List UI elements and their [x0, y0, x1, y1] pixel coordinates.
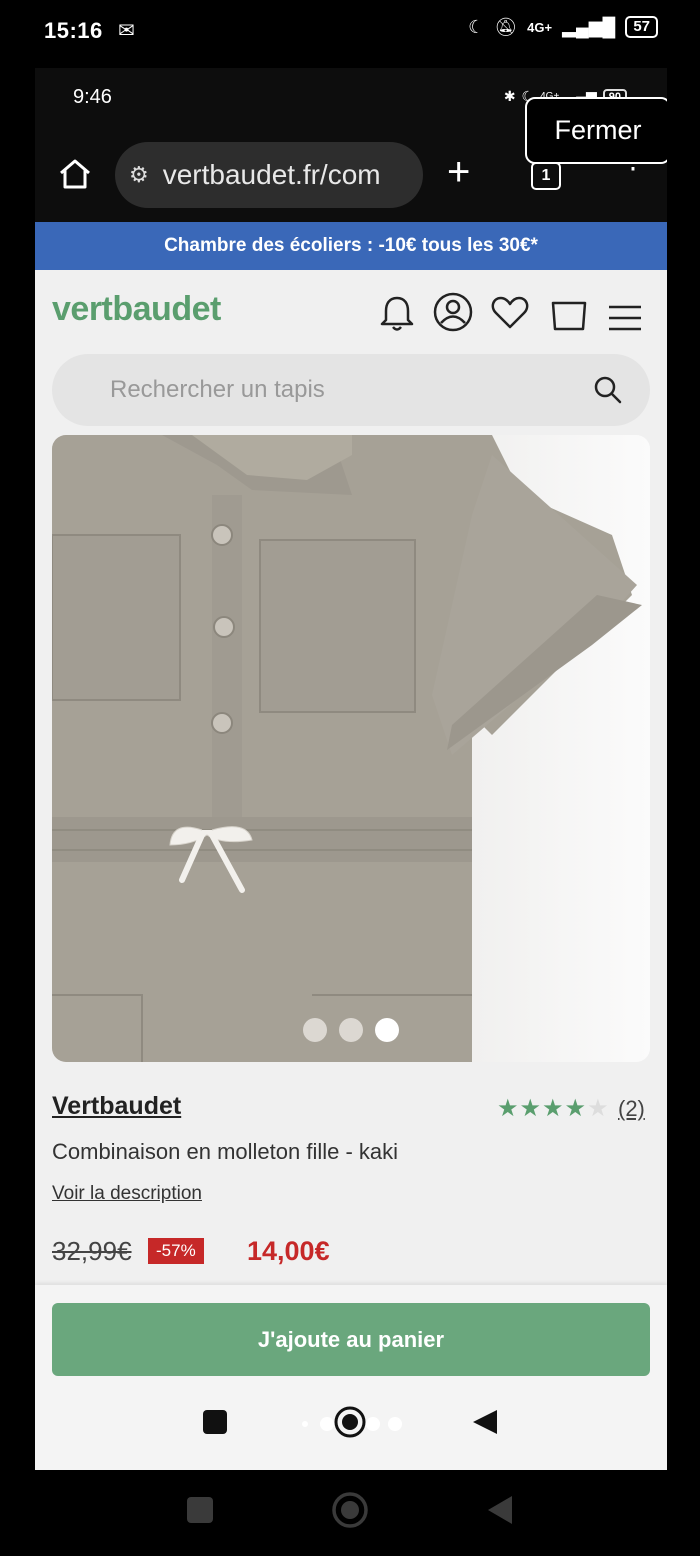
- site-logo[interactable]: vertbaudet: [52, 290, 221, 329]
- reviews-count-link[interactable]: (2): [618, 1096, 645, 1122]
- product-page: vertbaudet 2 0 Rechercher un tapis: [35, 270, 667, 1470]
- url-text: vertbaudet.fr/com: [162, 159, 381, 190]
- network-label: 4G+: [527, 19, 553, 35]
- url-bar[interactable]: ⚙︎ vertbaudet.fr/com: [115, 142, 423, 208]
- cart-bag-icon[interactable]: [547, 290, 591, 334]
- product-photo: [52, 435, 650, 1062]
- search-icon[interactable]: [592, 374, 624, 406]
- old-price: 32,99€: [52, 1236, 132, 1266]
- bluetooth-icon: ✱: [503, 88, 516, 104]
- back-icon: [473, 1410, 497, 1434]
- sale-price: 14,00€: [247, 1236, 330, 1266]
- hamburger-menu-icon[interactable]: [605, 298, 645, 338]
- home-icon[interactable]: [57, 156, 93, 192]
- nav-dot: [320, 1417, 334, 1431]
- description-link[interactable]: Voir la description: [52, 1183, 202, 1205]
- outer-clock: 15:16: [44, 18, 103, 43]
- close-tooltip[interactable]: Fermer: [525, 97, 667, 164]
- mute-icon: 🔕︎: [494, 16, 518, 37]
- rating-star-empty: ★: [587, 1095, 610, 1122]
- brand-link[interactable]: Vertbaudet: [52, 1092, 181, 1121]
- home-nav-icon-inner: [342, 1414, 358, 1430]
- recents-icon: [203, 1410, 227, 1434]
- promo-banner[interactable]: Chambre des écoliers : -10€ tous les 30€…: [35, 222, 667, 270]
- nav-dot: [366, 1417, 380, 1431]
- discount-badge: -57%: [148, 1238, 204, 1264]
- outer-recents-icon: [187, 1497, 213, 1523]
- carousel-indicators: [52, 1018, 650, 1042]
- outer-navigation-bar: [187, 1492, 512, 1528]
- search-placeholder: Rechercher un tapis: [110, 376, 325, 403]
- inner-navigation-bar: [203, 1406, 497, 1438]
- carousel-dot-3[interactable]: [375, 1018, 399, 1042]
- new-tab-icon[interactable]: +: [447, 150, 470, 194]
- tab-switcher-button[interactable]: 1: [531, 162, 561, 190]
- account-icon[interactable]: [431, 290, 475, 334]
- outer-status-icons: ☾ 🔕︎ 4G+ ▂▄▆█ 57: [468, 16, 658, 38]
- outer-back-icon: [488, 1496, 512, 1524]
- notification-bell-icon[interactable]: [375, 290, 419, 334]
- product-name: Combinaison en molleton fille - kaki: [52, 1139, 399, 1164]
- outer-home-icon-inner: [341, 1501, 359, 1519]
- search-input[interactable]: Rechercher un tapis: [52, 354, 650, 426]
- inner-clock: 9:46: [73, 86, 112, 108]
- rating-stars[interactable]: ★★★★★: [497, 1094, 610, 1123]
- mail-icon: ✉: [118, 20, 135, 42]
- carousel-dot-1[interactable]: [303, 1018, 327, 1042]
- wishlist-heart-icon[interactable]: [488, 290, 532, 334]
- nav-dot: [302, 1421, 308, 1427]
- moon-icon: ☾: [468, 16, 485, 37]
- battery-indicator: 57: [625, 16, 658, 38]
- outer-status-bar: 15:16 ✉ ☾ 🔕︎ 4G+ ▂▄▆█ 57: [0, 0, 700, 64]
- product-image-carousel[interactable]: [52, 435, 650, 1062]
- add-to-cart-button[interactable]: J'ajoute au panier: [52, 1303, 650, 1376]
- nav-dot: [388, 1417, 402, 1431]
- signal-icon: ▂▄▆█: [562, 16, 616, 37]
- inner-screenshot: 9:46 ✱ ☾ 4G+ ▂▄▆ 90 ⚙︎ vertbaudet.fr/com…: [35, 68, 667, 1470]
- site-settings-icon[interactable]: ⚙︎: [129, 162, 149, 188]
- carousel-dot-2[interactable]: [339, 1018, 363, 1042]
